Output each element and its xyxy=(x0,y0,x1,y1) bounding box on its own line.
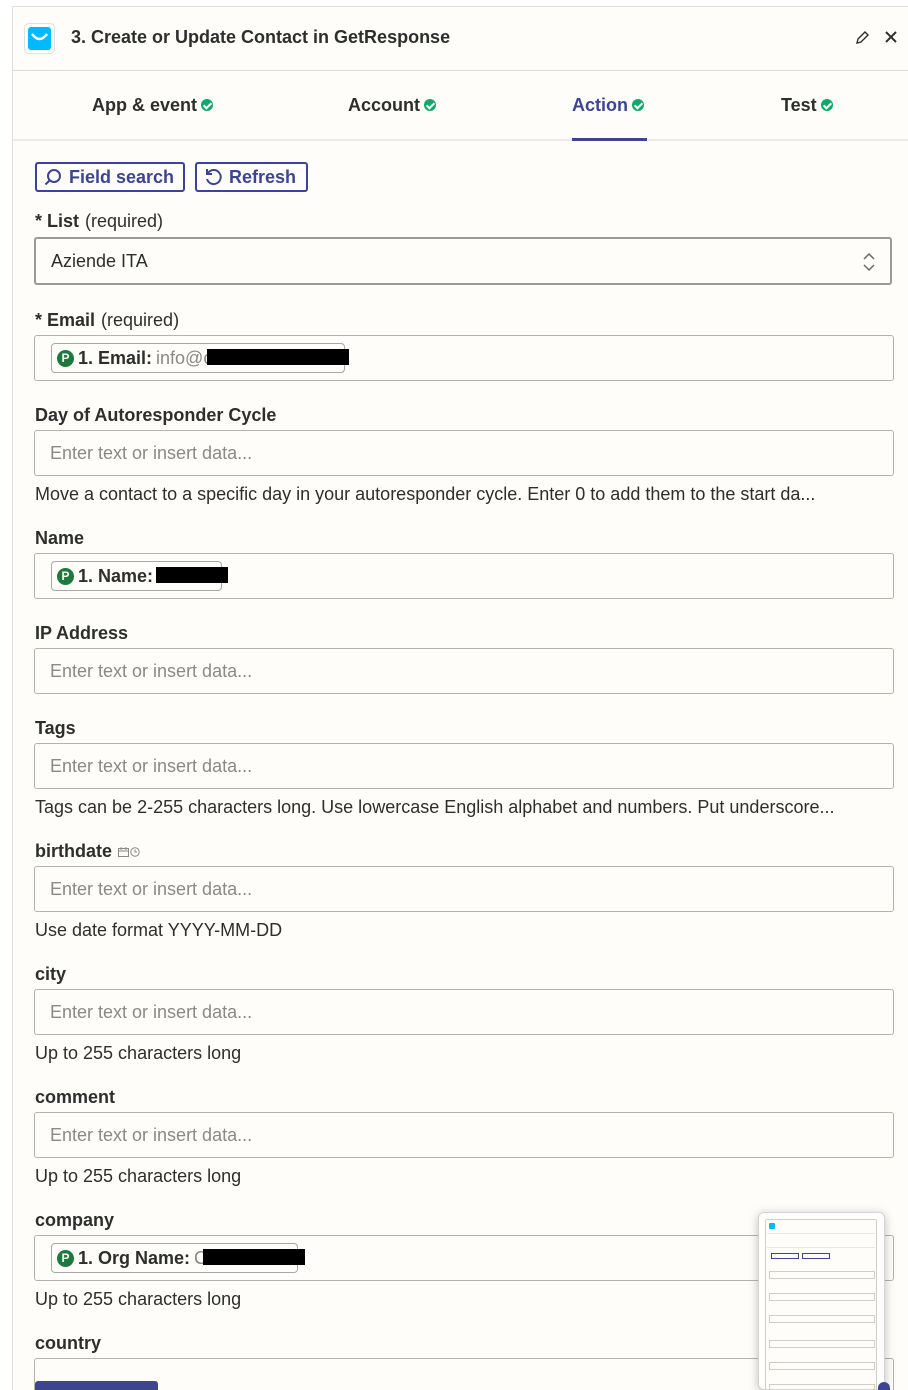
search-icon xyxy=(44,169,61,186)
ip-address-label: IP Address xyxy=(35,623,129,643)
placeholder: Enter text or insert data... xyxy=(50,1002,253,1022)
getresponse-logo-icon xyxy=(24,23,55,54)
thumbnail-field xyxy=(769,1315,875,1323)
clock-icon xyxy=(130,846,140,857)
check-circle-icon xyxy=(201,99,214,111)
thumbnail-line xyxy=(767,1233,875,1234)
field-search-button[interactable]: Field search xyxy=(35,162,185,192)
field-search-label: Field search xyxy=(69,166,175,187)
birthdate-label: birthdate xyxy=(35,841,140,862)
redaction xyxy=(203,1249,305,1265)
placeholder: Enter text or insert data... xyxy=(50,1125,253,1145)
refresh-button[interactable]: Refresh xyxy=(195,162,308,192)
thumbnail-button xyxy=(771,1253,799,1259)
pill-name: 1. Name: xyxy=(78,565,154,586)
list-select[interactable]: Aziende ITA xyxy=(34,237,892,285)
tab-label: Action xyxy=(572,95,628,115)
company-label: company xyxy=(35,1210,115,1230)
tags-help: Tags can be 2-255 characters long. Use l… xyxy=(35,797,835,817)
city-label: city xyxy=(35,964,67,984)
placeholder: Enter text or insert data... xyxy=(50,879,253,899)
required-marker: (required) xyxy=(101,310,180,330)
list-label-text: * List xyxy=(35,211,80,231)
city-help: Up to 255 characters long xyxy=(35,1043,242,1063)
step-tabs: App & event Account Action Test xyxy=(13,71,908,141)
step-editor-panel: 3. Create or Update Contact in GetRespon… xyxy=(12,6,908,1390)
pill-name: 1. Email: xyxy=(78,347,153,368)
country-label: country xyxy=(35,1333,102,1353)
placeholder: Enter text or insert data... xyxy=(50,756,253,776)
tags-field[interactable]: Enter text or insert data... xyxy=(34,743,894,789)
ip-address-field[interactable]: Enter text or insert data... xyxy=(34,648,894,694)
name-label: Name xyxy=(35,528,85,548)
redaction xyxy=(156,567,228,583)
tab-test[interactable]: Test xyxy=(781,95,833,141)
email-label: * Email (required) xyxy=(35,310,179,331)
step-header: 3. Create or Update Contact in GetRespon… xyxy=(13,7,908,71)
city-field[interactable]: Enter text or insert data... xyxy=(34,989,894,1035)
check-circle-icon xyxy=(820,99,833,111)
placeholder: Enter text or insert data... xyxy=(50,443,253,463)
placeholder: Enter text or insert data... xyxy=(50,661,253,681)
thumbnail-button xyxy=(802,1253,830,1259)
tab-label: Account xyxy=(348,95,420,115)
comment-label: comment xyxy=(35,1087,116,1107)
app-badge-icon: P xyxy=(57,1249,74,1267)
app-badge-icon: P xyxy=(57,567,74,585)
email-label-text: * Email xyxy=(35,310,96,330)
refresh-label: Refresh xyxy=(229,166,297,187)
comment-help: Up to 255 characters long xyxy=(35,1166,242,1186)
check-circle-icon xyxy=(632,99,644,111)
redaction xyxy=(207,349,349,365)
thumbnail-field xyxy=(769,1293,875,1301)
name-field[interactable]: P 1. Name: xyxy=(34,553,894,599)
pill-name: 1. Org Name: xyxy=(78,1247,191,1268)
tab-account[interactable]: Account xyxy=(348,95,436,141)
getresponse-logo-icon xyxy=(769,1223,775,1229)
required-marker: (required) xyxy=(85,211,164,231)
tab-label: Test xyxy=(781,95,817,115)
autoresponder-help: Move a contact to a specific day in your… xyxy=(35,484,816,504)
thumbnail-field xyxy=(769,1340,875,1348)
continue-button[interactable] xyxy=(35,1381,158,1390)
thumbnail-line xyxy=(767,1247,875,1248)
step-title: 3. Create or Update Contact in GetRespon… xyxy=(71,27,451,47)
calendar-icon xyxy=(118,846,130,857)
pill-value: info@c xyxy=(156,347,213,368)
pencil-icon[interactable] xyxy=(853,29,871,47)
list-selected-value: Aziende ITA xyxy=(51,251,148,271)
birthdate-field[interactable]: Enter text or insert data... xyxy=(34,866,894,912)
birthdate-label-text: birthdate xyxy=(35,841,113,861)
app-badge-icon: P xyxy=(57,349,74,367)
chevron-updown-icon xyxy=(863,252,875,272)
thumbnail-field xyxy=(769,1362,875,1370)
screenshot-thumbnail[interactable] xyxy=(758,1212,885,1390)
autoresponder-label: Day of Autoresponder Cycle xyxy=(35,405,277,425)
thumbnail-field xyxy=(769,1384,875,1389)
close-icon[interactable] xyxy=(881,27,901,47)
list-label: * List (required) xyxy=(35,211,163,232)
autoresponder-field[interactable]: Enter text or insert data... xyxy=(34,430,894,476)
tab-app-event[interactable]: App & event xyxy=(92,95,214,141)
birthdate-help: Use date format YYYY-MM-DD xyxy=(35,920,283,940)
thumbnail-field xyxy=(769,1271,875,1279)
tags-label: Tags xyxy=(35,718,76,738)
check-circle-icon xyxy=(424,99,436,111)
email-field[interactable]: P 1. Email: info@c xyxy=(34,335,894,381)
comment-field[interactable]: Enter text or insert data... xyxy=(34,1112,894,1158)
tab-action[interactable]: Action xyxy=(572,95,647,141)
tab-label: App & event xyxy=(92,95,198,115)
thumbnail-edge xyxy=(878,1382,890,1390)
refresh-icon xyxy=(206,169,222,186)
